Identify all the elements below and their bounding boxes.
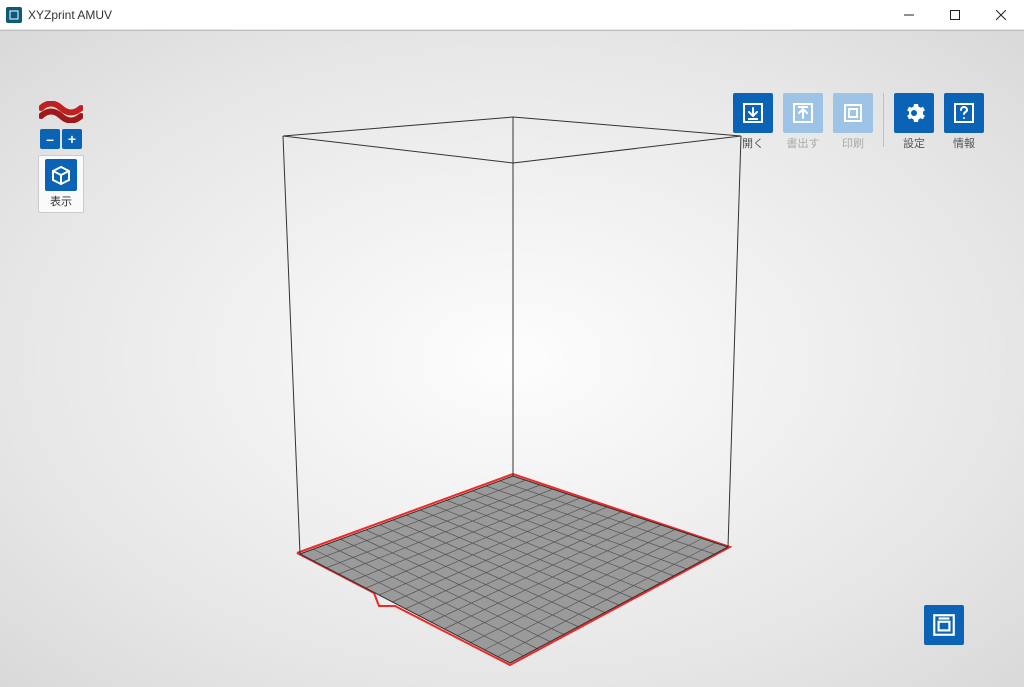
upload-icon [783,93,823,133]
left-panel: – + 表示 [38,101,84,213]
frame-icon [931,612,957,638]
zoom-in-label: + [68,131,76,147]
minimize-button[interactable] [886,0,932,29]
open-label: 開く [742,135,764,151]
view-label: 表示 [50,193,72,209]
export-button[interactable]: 書出す [781,93,825,151]
workspace: – + 表示 [0,31,1024,687]
print-icon [833,93,873,133]
help-icon [944,93,984,133]
window-title: XYZprint AMUV [28,8,112,22]
titlebar: XYZprint AMUV [0,0,1024,30]
print-label: 印刷 [842,135,864,151]
top-toolbar: 開く 書出す 印刷 [731,93,986,151]
gear-icon [894,93,934,133]
layer-view-button[interactable] [924,605,964,645]
open-button[interactable]: 開く [731,93,775,151]
toolbar-separator [883,93,884,147]
settings-button[interactable]: 設定 [892,93,936,151]
maximize-button[interactable] [932,0,978,29]
export-label: 書出す [787,135,820,151]
info-button[interactable]: 情報 [942,93,986,151]
info-label: 情報 [953,135,975,151]
app-icon [6,7,22,23]
download-icon [733,93,773,133]
print-button[interactable]: 印刷 [831,93,875,151]
cube-icon [45,159,77,191]
view-button[interactable]: 表示 [38,155,84,213]
close-button[interactable] [978,0,1024,29]
zoom-out-button[interactable]: – [40,129,60,149]
zoom-in-button[interactable]: + [62,129,82,149]
settings-label: 設定 [903,135,925,151]
app-logo-icon [39,101,83,123]
zoom-out-label: – [46,131,54,147]
window-controls [886,0,1024,29]
